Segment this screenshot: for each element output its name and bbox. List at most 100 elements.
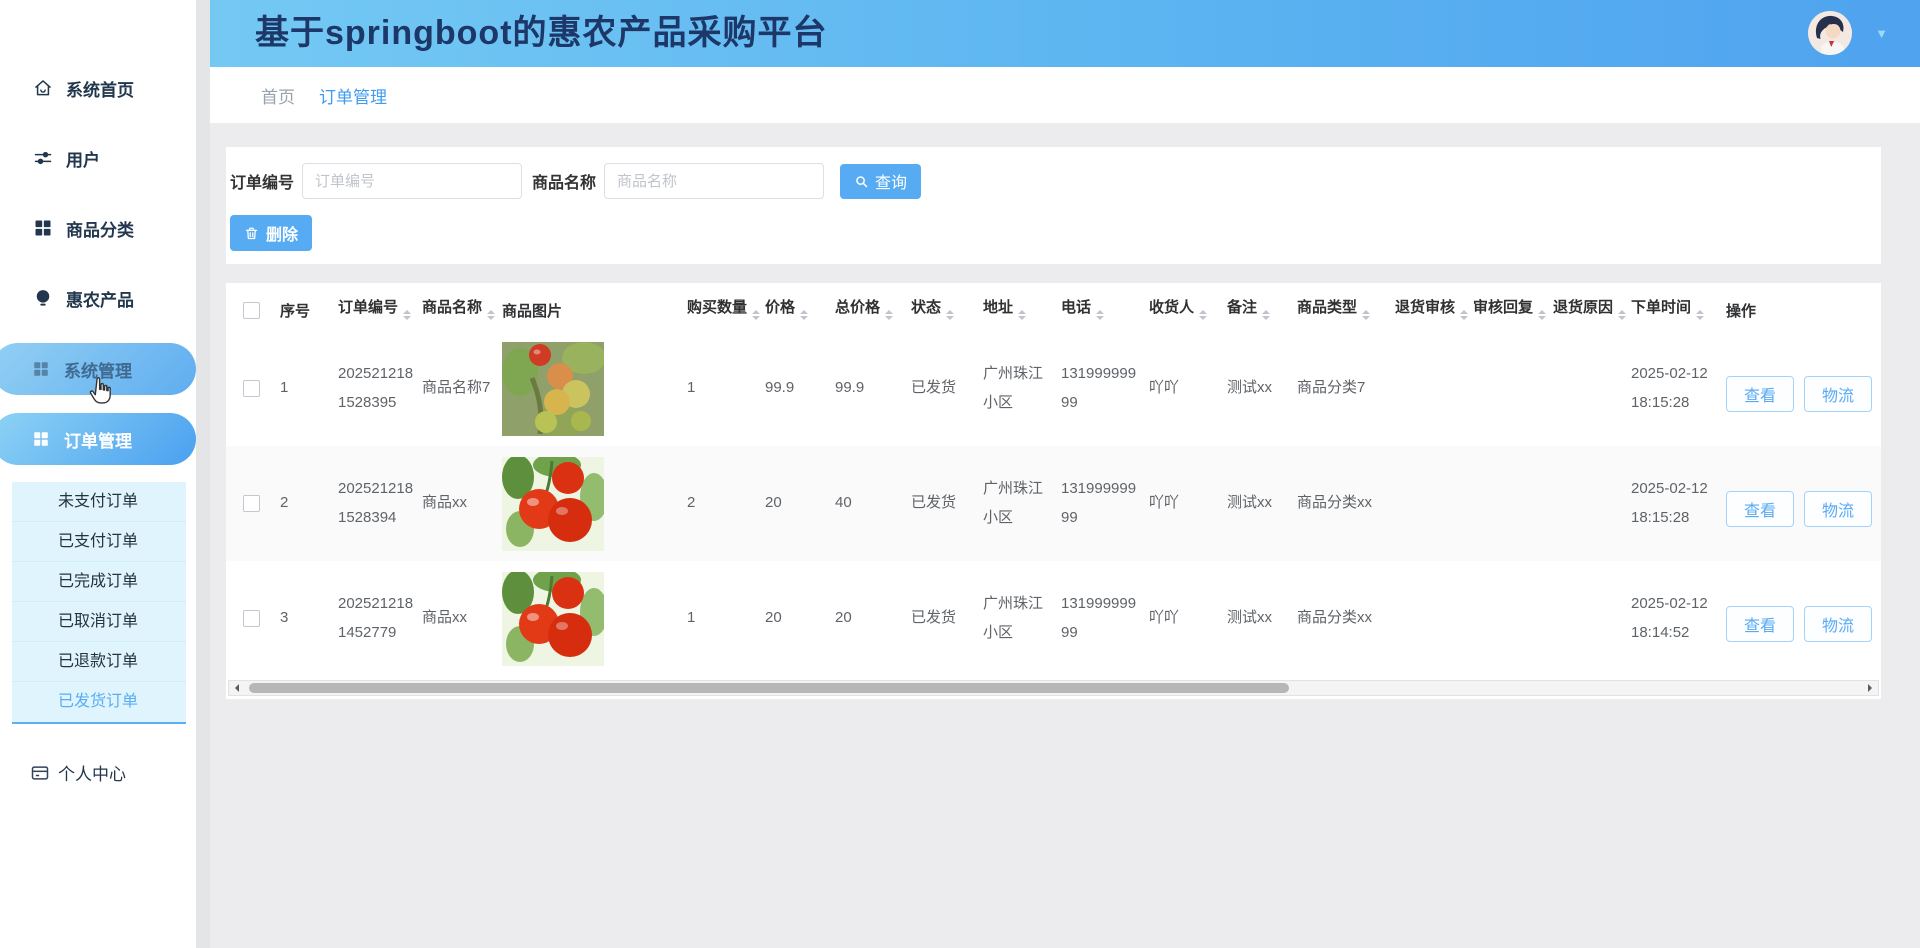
scrollbar-thumb[interactable] (249, 683, 1289, 693)
table-column-header[interactable]: 地址 (979, 289, 1057, 331)
cell-orderTime: 2025-02-12 18:14:52 (1631, 595, 1708, 641)
breadcrumb-item[interactable]: 首页 (261, 83, 295, 108)
cell-orderNo: 2025212181528394 (334, 446, 418, 561)
logistics-button[interactable]: 物流 (1804, 490, 1873, 527)
table-column-header[interactable]: 商品类型 (1293, 289, 1391, 331)
submenu-item[interactable]: 已发货订单 (12, 682, 186, 722)
cell-productName: 商品xx (422, 609, 468, 627)
table-column-header[interactable]: 操作 (1722, 289, 1881, 331)
cell-orderTime: 2025-02-12 18:15:28 (1631, 365, 1708, 411)
table-column-header[interactable]: 退货原因 (1549, 289, 1627, 331)
cell-status: 已发货 (911, 609, 957, 627)
sidebar-item[interactable]: 惠农产品 (0, 285, 196, 311)
sort-caret-icon[interactable] (885, 306, 894, 324)
sort-caret-icon[interactable] (752, 306, 761, 324)
table-column-header[interactable]: 状态 (907, 289, 979, 331)
table-row: 2 2025212181528394 商品xx 2 20 40 已发货 广州珠江小区 13199… (226, 446, 1881, 561)
grid-icon (32, 360, 50, 378)
cell-price: 20 (765, 609, 782, 627)
table-column-header[interactable]: 商品名称 (418, 289, 498, 331)
chevron-down-icon[interactable]: ▼ (1875, 26, 1888, 41)
cell-consignee: 吖吖 (1149, 609, 1180, 627)
order-no-label: 订单编号 (230, 175, 295, 192)
sort-caret-icon[interactable] (1460, 306, 1469, 324)
cell-index: 1 (280, 379, 289, 397)
sort-caret-icon[interactable] (403, 306, 412, 324)
top-header: 基于springboot的惠农产品采购平台 ▼ (210, 0, 1920, 67)
sort-caret-icon[interactable] (487, 306, 496, 324)
cell-checkbox (226, 561, 276, 676)
sort-caret-icon[interactable] (800, 306, 809, 324)
row-checkbox[interactable] (242, 380, 260, 397)
scroll-right-icon[interactable] (1862, 681, 1878, 695)
submenu-item[interactable]: 已退款订单 (12, 642, 186, 682)
sort-caret-icon[interactable] (1696, 306, 1705, 324)
table-viewport: 序号 订单编号 商品名称 商品图片 购买数量 价格 总价格 状态 地址 电话 收… (226, 289, 1881, 679)
table-column-header[interactable]: 退货审核 (1391, 289, 1469, 331)
breadcrumb: 首页 订单管理 (210, 67, 1920, 123)
table-column-header[interactable]: 备注 (1223, 289, 1293, 331)
cell-productName: 商品xx (418, 446, 498, 561)
row-checkbox[interactable] (242, 610, 260, 627)
avatar[interactable] (1808, 11, 1852, 55)
cell-returnReason (1549, 561, 1627, 676)
table-column-header[interactable]: 价格 (761, 289, 831, 331)
cell-actions: 查看 物流 (1722, 331, 1881, 446)
sidebar-item[interactable]: 用户 (0, 145, 196, 171)
logistics-button[interactable]: 物流 (1804, 375, 1873, 412)
sort-caret-icon[interactable] (1362, 306, 1371, 324)
cell-auditReply (1469, 331, 1549, 446)
main-content: 基于springboot的惠农产品采购平台 ▼ 首页订单管理 订单编号 商品名称… (210, 0, 1920, 948)
submenu-item[interactable]: 已完成订单 (12, 562, 186, 602)
table-column-header[interactable]: 下单时间 (1627, 289, 1722, 331)
view-button[interactable]: 查看 (1726, 490, 1795, 527)
submenu-item[interactable]: 已取消订单 (12, 602, 186, 642)
sidebar-item-profile[interactable]: 个人中心 (0, 760, 196, 785)
cell-orderTime: 2025-02-12 18:15:28 (1627, 446, 1722, 561)
sort-caret-icon[interactable] (1018, 306, 1027, 324)
scroll-left-icon[interactable] (229, 681, 245, 695)
cell-consignee: 吖吖 (1149, 379, 1180, 397)
table-column-header[interactable]: 订单编号 (334, 289, 418, 331)
select-all-checkbox[interactable] (242, 301, 260, 319)
sort-caret-icon[interactable] (1262, 306, 1271, 324)
sort-caret-icon[interactable] (1618, 306, 1627, 324)
sidebar: 系统首页 用户 商品分类 惠农产品 系统管理 订单管理 未支付订单 已支付订单 已完… (0, 0, 196, 948)
delete-button[interactable]: 删除 (230, 215, 313, 251)
sidebar-item[interactable]: 商品分类 (0, 215, 196, 241)
sidebar-item[interactable]: 系统管理 (0, 343, 196, 395)
horizontal-scrollbar[interactable] (228, 680, 1879, 696)
sidebar-item[interactable]: 订单管理 (0, 413, 196, 465)
view-button[interactable]: 查看 (1726, 605, 1795, 642)
logistics-button[interactable]: 物流 (1804, 605, 1873, 642)
breadcrumb-item[interactable]: 订单管理 (319, 83, 387, 108)
sort-caret-icon[interactable] (1199, 306, 1208, 324)
order-no-input[interactable] (302, 163, 523, 199)
product-name-input[interactable] (604, 163, 825, 199)
row-checkbox[interactable] (242, 495, 260, 512)
sort-caret-icon[interactable] (946, 306, 955, 324)
cell-address: 广州珠江小区 (983, 595, 1044, 641)
query-button[interactable]: 查询 (840, 163, 922, 199)
table-column-header[interactable]: 总价格 (831, 289, 907, 331)
sort-caret-icon[interactable] (1538, 306, 1547, 324)
table-column-header[interactable]: 收货人 (1145, 289, 1223, 331)
sort-caret-icon[interactable] (1096, 306, 1105, 324)
table-column-header[interactable]: 购买数量 (683, 289, 761, 331)
table-column-header[interactable]: 电话 (1057, 289, 1145, 331)
submenu-item[interactable]: 未支付订单 (12, 482, 186, 522)
submenu-item[interactable]: 已支付订单 (12, 522, 186, 562)
grid-icon (33, 218, 53, 238)
sidebar-item[interactable]: 系统首页 (0, 75, 196, 101)
cell-phone: 13199999999 (1057, 446, 1145, 561)
view-button[interactable]: 查看 (1726, 375, 1795, 412)
cell-consignee: 吖吖 (1145, 446, 1223, 561)
table-column-header[interactable]: 审核回复 (1469, 289, 1549, 331)
product-name-label: 商品名称 (532, 175, 597, 192)
table-column-header[interactable]: 序号 (276, 289, 334, 331)
sidebar-gutter (196, 0, 210, 948)
cell-remark: 测试xx (1227, 609, 1273, 627)
cell-address: 广州珠江小区 (983, 365, 1044, 411)
table-column-header[interactable]: 商品图片 (498, 289, 683, 331)
sliders-icon (33, 148, 53, 168)
